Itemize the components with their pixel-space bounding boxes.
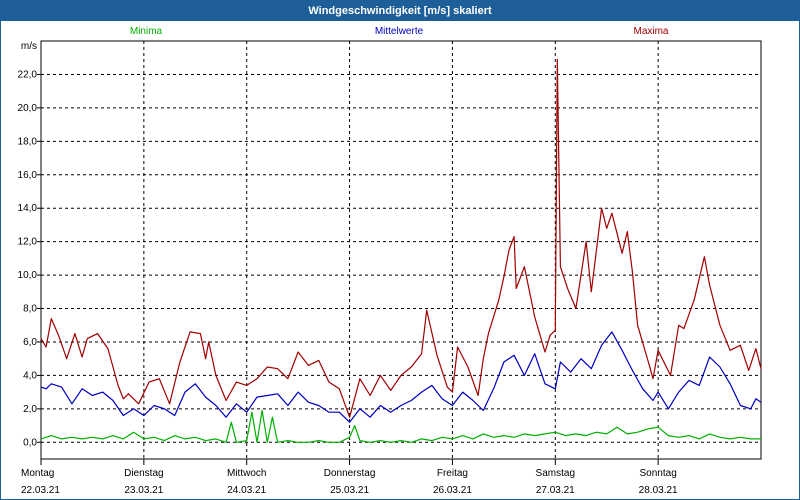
x-tick-date-label: 22.03.21 [21,485,60,496]
x-tick-day-label: Freitag [437,468,468,479]
y-tick-label: 4,0 [23,370,37,381]
y-tick-label: 2,0 [23,404,37,415]
y-tick-label: 20,0 [18,103,38,114]
x-tick-date-label: 23.03.21 [124,485,163,496]
y-tick-label: 16,0 [18,170,38,181]
x-tick-day-label: Montag [21,468,54,479]
plot-area [40,40,762,460]
x-tick-day-label: Sonntag [640,468,677,479]
y-tick-label: 10,0 [18,270,38,281]
x-tick-date-label: 26.03.21 [433,485,472,496]
line-chart: 0,0 2,0 4,0 6,0 8,0 10,0 12,0 14,0 16,0 18,0 20,0 2… [18,26,762,496]
x-tick-date-label: 27.03.21 [536,485,575,496]
y-tick-label: 0,0 [23,437,37,448]
x-tick-day-label: Mittwoch [227,468,266,479]
chart-window: Windgeschwindigkeit [m/s] skaliert 0,0 2,… [0,0,800,500]
y-tick-label: 8,0 [23,304,37,315]
x-tick-date-label: 24.03.21 [227,485,266,496]
legend-mittelwerte: Mittelwerte [375,26,424,37]
x-tick-day-label: Donnerstag [324,468,376,479]
x-tick-date-label: 28.03.21 [639,485,678,496]
x-tick-date-label: 25.03.21 [330,485,369,496]
y-axis-label: m/s [21,41,37,52]
legend-minima: Minima [130,26,163,37]
y-tick-label: 22,0 [18,69,38,80]
y-tick-label: 14,0 [18,203,38,214]
x-tick-day-label: Dienstag [124,468,163,479]
y-tick-label: 18,0 [18,136,38,147]
x-tick-day-label: Samstag [536,468,575,479]
legend-maxima: Maxima [633,26,668,37]
y-tick-label: 6,0 [23,337,37,348]
y-tick-label: 12,0 [18,237,38,248]
